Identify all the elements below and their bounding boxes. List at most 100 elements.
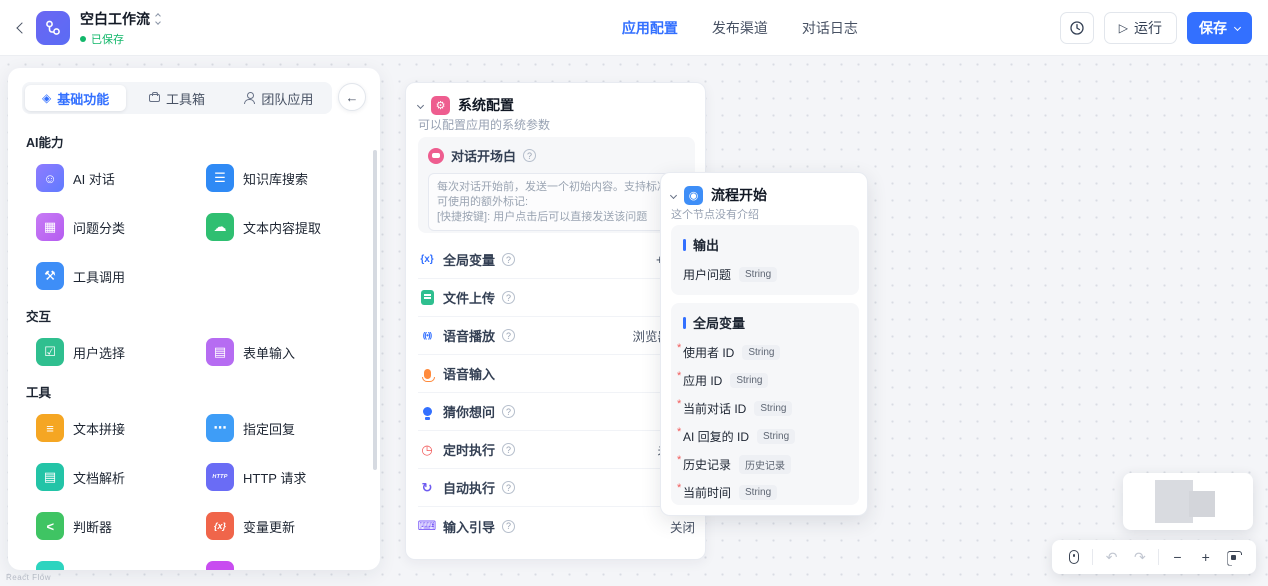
fit-view-button[interactable] [1224,547,1244,567]
tab-team-apps[interactable]: 团队应用 [228,85,329,111]
global-var-item: 历史记录 历史记录 [683,450,847,478]
play-icon: ▷ [1119,21,1128,35]
history-button[interactable] [1060,12,1094,44]
list-item-partial[interactable] [206,561,362,570]
redo-icon: ↷ [1134,549,1146,566]
zoom-out-button[interactable]: − [1167,547,1187,567]
top-actions: ▷ 运行 保存 [1060,12,1268,44]
row-question-guess[interactable]: 猜你想问 [418,393,695,431]
tab-publish-channel[interactable]: 发布渠道 [712,18,768,38]
minimap[interactable] [1123,473,1253,530]
list-item-reply[interactable]: ⋯ 指定回复 [206,414,362,442]
row-file-upload[interactable]: 文件上传 [418,279,695,317]
global-variables-card: 全局变量 使用者 ID String 应用 ID String 当前对话 ID … [671,303,859,505]
row-input-guide[interactable]: ⌨ 输入引导 关闭 [418,507,695,545]
plug-icon: ◉ [684,186,703,205]
cube-icon: ◈ [42,92,51,104]
list-item-ai-chat[interactable]: ☺ AI 对话 [36,164,196,192]
sound-wave-icon: ((•)) [418,331,436,340]
clipped-icon [36,561,64,570]
help-icon[interactable] [523,149,536,162]
run-button[interactable]: ▷ 运行 [1104,12,1177,44]
row-auto-run[interactable]: ↻ 自动执行 [418,469,695,507]
list-item-condition[interactable]: < 判断器 [36,512,196,540]
canvas-control-bar: ↶ ↷ − + [1052,540,1256,574]
help-icon[interactable] [502,291,515,304]
mouse-icon [1069,550,1079,564]
row-global-variables[interactable]: {x} 全局变量 + [418,241,695,279]
list-item-tool-call[interactable]: ⚒ 工具调用 [36,262,196,290]
blue-bar-icon [683,239,686,251]
list-item-user-select[interactable]: ☑ 用户选择 [36,338,196,366]
help-icon[interactable] [502,329,515,342]
opening-textarea[interactable]: 每次对话开始前，发送一个初始内容。支持标准 Markdown 语法， 可使用的额… [428,173,685,231]
row-scheduled-run[interactable]: ◷ 定时执行 未开启 [418,431,695,469]
collapse-node-icon[interactable] [670,191,677,198]
collapse-node-icon[interactable] [417,101,424,108]
row-voice-input[interactable]: 语音输入 [418,355,695,393]
type-badge: String [730,373,768,388]
list-item-classify[interactable]: ▦ 问题分类 [36,213,196,241]
collapse-panel-button[interactable]: ← [338,83,366,111]
save-button[interactable]: 保存 [1187,12,1252,44]
zoom-in-button[interactable]: + [1196,547,1216,567]
section-title-interact: 交互 [26,306,362,325]
minimap-node-rect [1155,480,1193,523]
database-search-icon: ☰ [206,164,234,192]
node-desc: 这个节点没有介绍 [671,206,759,222]
flow-start-node[interactable]: ◉ 流程开始 这个节点没有介绍 输出 用户问题 String 全局变量 使用者 … [660,172,868,516]
back-icon[interactable] [16,22,27,33]
rename-chevron-icon[interactable] [156,14,160,24]
top-tabs: 应用配置 发布渠道 对话日志 [420,18,1060,38]
list-item-var-update[interactable]: {x} 变量更新 [206,512,362,540]
chat-bubble-icon [428,148,444,164]
type-badge: String [739,267,777,282]
output-item: 用户问题 String [683,260,847,288]
briefcase-icon [149,94,160,102]
doc-parse-icon: ▤ [36,463,64,491]
auto-run-icon: ↻ [418,480,436,496]
help-icon[interactable] [502,481,515,494]
app-header: 空白工作流 已保存 [0,9,420,47]
list-item-text-concat[interactable]: ≡ 文本拼接 [36,414,196,442]
fit-view-icon [1227,551,1240,564]
opening-section: 对话开场白 每次对话开始前，发送一个初始内容。支持标准 Markdown 语法，… [418,137,695,233]
variable-icon: {x} [418,254,436,265]
type-badge: String [739,485,777,500]
list-item-form-input[interactable]: ▤ 表单输入 [206,338,362,366]
divider [1158,549,1159,565]
pointer-mode-button[interactable] [1064,547,1084,567]
http-request-icon: HTTP [206,463,234,491]
tab-app-config[interactable]: 应用配置 [622,18,678,38]
saved-dot-icon [80,36,86,42]
reactflow-watermark: React Flow [6,573,51,582]
classify-grid-icon: ▦ [36,213,64,241]
redo-button[interactable]: ↷ [1130,547,1150,567]
list-item-extract[interactable]: ☁ 文本内容提取 [206,213,362,241]
help-icon[interactable] [502,520,515,533]
microphone-icon [418,369,436,379]
row-tts[interactable]: ((•)) 语音播放 浏览器自带 [418,317,695,355]
tab-basic-features[interactable]: ◈ 基础功能 [25,85,126,111]
library-list: AI能力 ☺ AI 对话 ☰ 知识库搜索 ▦ 问题分类 ☁ 文本内容提取 [26,124,362,570]
help-icon[interactable] [502,253,515,266]
list-item-doc-parse[interactable]: ▤ 文档解析 [36,463,196,491]
undo-button[interactable]: ↶ [1102,547,1122,567]
node-header: ⚙ 系统配置 [418,95,514,115]
section-title-ai: AI能力 [26,132,362,151]
plus-icon: + [1202,549,1210,565]
global-var-item: 当前时间 String [683,478,847,506]
list-item-kb-search[interactable]: ☰ 知识库搜索 [206,164,362,192]
help-icon[interactable] [502,405,515,418]
blue-bar-icon [683,317,686,329]
tool-call-icon: ⚒ [36,262,64,290]
tab-toolbox[interactable]: 工具箱 [126,85,227,111]
panel-scrollbar[interactable] [373,150,377,470]
list-item-partial[interactable] [36,561,196,570]
global-var-item: 当前对话 ID String [683,394,847,422]
text-concat-icon: ≡ [36,414,64,442]
workflow-app-icon [36,11,70,45]
help-icon[interactable] [502,443,515,456]
list-item-http-request[interactable]: HTTP HTTP 请求 [206,463,362,491]
tab-chat-logs[interactable]: 对话日志 [802,18,858,38]
